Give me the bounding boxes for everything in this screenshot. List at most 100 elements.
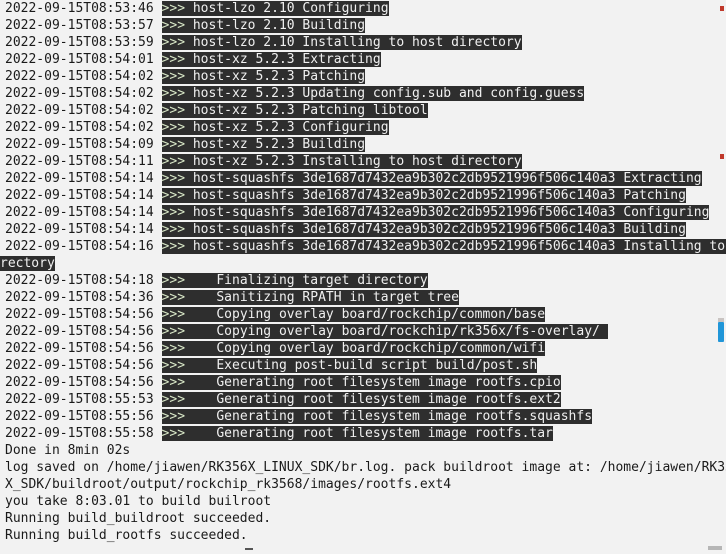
log-message-highlight: >>> Generating root filesystem image roo… [161, 409, 593, 424]
log-line: 2022-09-15T08:54:56 >>> Copying overlay … [0, 323, 726, 340]
log-message-highlight: >>> host-squashfs 3de1687d7432ea9b302c2d… [161, 171, 702, 186]
log-message-text: Sanitizing RPATH in target tree [185, 290, 459, 305]
log-timestamp: 2022-09-15T08:54:16 [5, 239, 154, 254]
log-message-highlight: >>> host-xz 5.2.3 Configuring [161, 120, 389, 135]
log-timestamp: 2022-09-15T08:53:46 [5, 1, 154, 16]
log-message-text: Generating root filesystem image rootfs.… [185, 409, 593, 424]
log-message-text: host-squashfs 3de1687d7432ea9b302c2db952… [185, 188, 686, 203]
log-message-highlight: >>> host-squashfs 3de1687d7432ea9b302c2d… [161, 239, 726, 254]
log-summary-line: Done in 8min 02s [5, 443, 131, 458]
prompt-arrows-icon: >>> [161, 35, 186, 50]
log-line: 2022-09-15T08:54:36 >>> Sanitizing RPATH… [0, 289, 726, 306]
log-message-text: host-squashfs 3de1687d7432ea9b302c2db952… [192, 239, 726, 254]
log-line: 2022-09-15T08:54:02 >>> host-xz 5.2.3 Co… [0, 119, 726, 136]
log-line: 2022-09-15T08:54:56 >>> Copying overlay … [0, 306, 726, 323]
log-timestamp: 2022-09-15T08:55:53 [5, 392, 154, 407]
log-message-text: Copying overlay board/rockchip/rk356x/fs… [185, 324, 608, 339]
log-timestamp: 2022-09-15T08:54:56 [5, 324, 154, 339]
prompt-arrows-icon: >>> [161, 137, 186, 152]
log-message-text: host-lzo 2.10 Configuring [185, 1, 389, 16]
log-timestamp: 2022-09-15T08:54:14 [5, 171, 154, 186]
log-message-text: host-squashfs 3de1687d7432ea9b302c2db952… [185, 171, 702, 186]
log-message-highlight: >>> Generating root filesystem image roo… [161, 426, 553, 441]
log-timestamp: 2022-09-15T08:55:58 [5, 426, 154, 441]
horizontal-scrollbar-nub[interactable] [708, 546, 722, 550]
prompt-arrows-icon: >>> [161, 358, 186, 373]
log-line: 2022-09-15T08:54:02 >>> host-xz 5.2.3 Up… [0, 85, 726, 102]
prompt-arrows-icon: >>> [161, 307, 186, 322]
terminal-log-output[interactable]: 2022-09-15T08:53:46 >>> host-lzo 2.10 Co… [0, 0, 726, 554]
scrollbar-annotation-marker[interactable] [720, 6, 724, 11]
scrollbar-annotation-marker[interactable] [720, 154, 724, 159]
text-caret [245, 548, 253, 550]
log-message-highlight: >>> Copying overlay board/rockchip/rk356… [161, 324, 608, 339]
log-message-text: Generating root filesystem image rootfs.… [185, 392, 561, 407]
log-message-highlight: rectory [0, 256, 55, 271]
prompt-arrows-icon: >>> [161, 86, 186, 101]
log-message-text: Copying overlay board/rockchip/common/wi… [185, 341, 546, 356]
prompt-arrows-icon: >>> [161, 392, 186, 407]
log-timestamp: 2022-09-15T08:54:56 [5, 375, 154, 390]
log-timestamp: 2022-09-15T08:54:11 [5, 154, 154, 169]
log-line: 2022-09-15T08:53:59 >>> host-lzo 2.10 In… [0, 34, 726, 51]
log-timestamp: 2022-09-15T08:54:36 [5, 290, 154, 305]
log-message-text: Generating root filesystem image rootfs.… [185, 426, 553, 441]
prompt-arrows-icon: >>> [161, 171, 186, 186]
log-timestamp: 2022-09-15T08:54:02 [5, 103, 154, 118]
log-line: 2022-09-15T08:55:56 >>> Generating root … [0, 408, 726, 425]
log-message-highlight: >>> host-xz 5.2.3 Patching [161, 69, 366, 84]
log-message-highlight: >>> host-lzo 2.10 Installing to host dir… [161, 35, 522, 50]
log-message-text: host-xz 5.2.3 Installing to host directo… [185, 154, 522, 169]
log-line: 2022-09-15T08:53:46 >>> host-lzo 2.10 Co… [0, 0, 726, 17]
log-message-highlight: >>> Copying overlay board/rockchip/commo… [161, 341, 546, 356]
prompt-arrows-icon: >>> [161, 273, 186, 288]
log-message-text: host-squashfs 3de1687d7432ea9b302c2db952… [185, 222, 686, 237]
log-timestamp: 2022-09-15T08:53:57 [5, 18, 154, 33]
prompt-arrows-icon: >>> [161, 188, 186, 203]
log-line: 2022-09-15T08:54:56 >>> Executing post-b… [0, 357, 726, 374]
log-timestamp: 2022-09-15T08:54:14 [5, 222, 154, 237]
log-timestamp: 2022-09-15T08:54:09 [5, 137, 154, 152]
log-timestamp: 2022-09-15T08:54:01 [5, 52, 154, 67]
log-message-highlight: >>> host-squashfs 3de1687d7432ea9b302c2d… [161, 205, 710, 220]
log-message-highlight: >>> host-squashfs 3de1687d7432ea9b302c2d… [161, 188, 686, 203]
log-message-text: host-xz 5.2.3 Patching libtool [185, 103, 428, 118]
log-message-highlight: >>> host-xz 5.2.3 Installing to host dir… [161, 154, 522, 169]
log-line: 2022-09-15T08:54:14 >>> host-squashfs 3d… [0, 187, 726, 204]
log-timestamp: 2022-09-15T08:54:14 [5, 188, 154, 203]
log-summary-line: Running build_rootfs succeeded. [5, 528, 248, 543]
scrollbar-thumb[interactable] [718, 322, 724, 342]
log-message-highlight: >>> host-lzo 2.10 Configuring [161, 1, 389, 16]
log-timestamp: 2022-09-15T08:54:02 [5, 120, 154, 135]
log-summary-line: Running build_buildroot succeeded. [5, 511, 272, 526]
log-timestamp: 2022-09-15T08:54:02 [5, 69, 154, 84]
log-line: 2022-09-15T08:54:02 >>> host-xz 5.2.3 Pa… [0, 68, 726, 85]
prompt-arrows-icon: >>> [161, 341, 186, 356]
log-message-text: host-lzo 2.10 Installing to host directo… [185, 35, 522, 50]
log-message-highlight: >>> Sanitizing RPATH in target tree [161, 290, 459, 305]
log-summary-line: X_SDK/buildroot/output/rockchip_rk3568/i… [5, 477, 452, 492]
log-message-highlight: >>> Executing post-build script build/po… [161, 358, 538, 373]
log-timestamp: 2022-09-15T08:55:56 [5, 409, 154, 424]
prompt-arrows-icon: >>> [161, 103, 186, 118]
prompt-arrows-icon: >>> [161, 409, 186, 424]
prompt-arrows-icon: >>> [161, 18, 186, 33]
log-timestamp: 2022-09-15T08:54:56 [5, 358, 154, 373]
log-line: 2022-09-15T08:53:57 >>> host-lzo 2.10 Bu… [0, 17, 726, 34]
log-summary-line: you take 8:03.01 to build builroot [5, 494, 272, 509]
log-message-text: host-xz 5.2.3 Building [185, 137, 366, 152]
vertical-scrollbar[interactable] [714, 0, 726, 554]
prompt-arrows-icon: >>> [161, 222, 186, 237]
log-message-text: Finalizing target directory [185, 273, 428, 288]
log-message-text: Executing post-build script build/post.s… [185, 358, 538, 373]
prompt-arrows-icon: >>> [161, 1, 186, 16]
log-line: 2022-09-15T08:55:58 >>> Generating root … [0, 425, 726, 442]
log-message-highlight: >>> host-xz 5.2.3 Updating config.sub an… [161, 86, 585, 101]
prompt-arrows-icon: >>> [161, 426, 186, 441]
log-line: 2022-09-15T08:54:14 >>> host-squashfs 3d… [0, 221, 726, 238]
prompt-arrows-icon: >>> [161, 154, 186, 169]
log-message-highlight: >>> Generating root filesystem image roo… [161, 375, 561, 390]
log-line: 2022-09-15T08:54:18 >>> Finalizing targe… [0, 272, 726, 289]
log-line: 2022-09-15T08:54:01 >>> host-xz 5.2.3 Ex… [0, 51, 726, 68]
log-message-highlight: >>> Generating root filesystem image roo… [161, 392, 561, 407]
